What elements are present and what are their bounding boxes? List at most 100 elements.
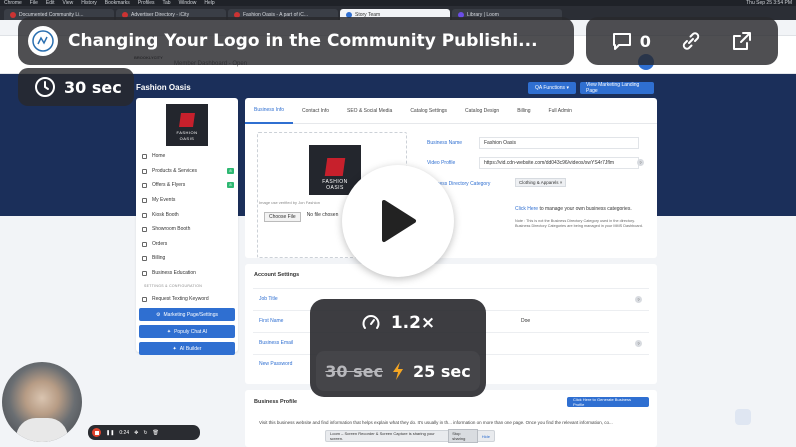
play-icon xyxy=(382,200,416,242)
video-title-bar: Changing Your Logo in the Community Publ… xyxy=(18,17,574,65)
qa-functions-button[interactable]: QA Functions ▾ xyxy=(528,82,576,94)
file-picker: Choose File No file chosen xyxy=(264,212,338,222)
tab-business-info[interactable]: Business Info xyxy=(245,98,294,124)
screen-share-text: Loom – Screen Recorder & Screen Capture … xyxy=(330,431,435,441)
duration-text: 30 sec xyxy=(64,77,122,97)
generate-profile-button[interactable]: Click Here to Generate Business Profile xyxy=(567,397,649,407)
help-icon[interactable]: ? xyxy=(635,340,642,347)
tab-seo-social[interactable]: SEO & Social Media xyxy=(338,98,401,124)
screen-share-bar: Loom – Screen Recorder & Screen Capture … xyxy=(325,429,495,443)
keyword-icon xyxy=(142,296,147,302)
manage-categories-rest: to manage your own business categories. xyxy=(539,206,632,212)
calendar-icon xyxy=(142,197,147,203)
category-chip[interactable]: Clothing & Apparels × xyxy=(515,178,567,187)
ai-builder-button[interactable]: ✦ AI Builder xyxy=(139,342,235,355)
chat-widget-icon[interactable] xyxy=(735,409,751,425)
marketing-page-settings-button[interactable]: ⚙ Marketing Page/Settings xyxy=(139,308,235,321)
sidebar-item-offers[interactable]: Offers & Flyers 8 xyxy=(142,182,234,188)
sidebar-item-label: Home xyxy=(152,153,166,159)
kiosk-icon xyxy=(142,212,147,218)
click-here-link[interactable]: Click Here xyxy=(515,206,538,212)
count-badge: 8 xyxy=(227,182,234,188)
stop-sharing-button[interactable]: Stop sharing xyxy=(448,429,478,443)
first-name-label: First Name xyxy=(259,318,284,324)
sidebar-item-home[interactable]: Home xyxy=(142,153,234,159)
tab-billing[interactable]: Billing xyxy=(508,98,539,124)
business-name-field[interactable]: Fashion Oasis xyxy=(479,137,639,149)
choose-file-button[interactable]: Choose File xyxy=(264,212,301,222)
button-label: Marketing Page/Settings xyxy=(163,311,218,318)
hide-share-bar-button[interactable]: Hide xyxy=(482,434,490,439)
button-label: AI Builder xyxy=(179,345,202,352)
lightning-icon xyxy=(393,362,403,380)
restart-icon[interactable]: ↻ xyxy=(143,430,147,436)
sidebar-item-label: Business Education xyxy=(152,270,196,276)
sidebar-item-orders[interactable]: Orders xyxy=(142,241,234,247)
card-icon xyxy=(142,255,147,261)
close-icon[interactable]: × xyxy=(560,180,563,185)
business-profile-instructions: Visit this business website and find inf… xyxy=(259,420,613,425)
video-profile-field[interactable]: https://vid.cdn-website.com/dd043c96/vid… xyxy=(479,157,639,169)
stop-recording-button[interactable] xyxy=(92,428,101,437)
sidebar-item-events[interactable]: My Events xyxy=(142,197,234,203)
sidebar: FASHION OASIS Home Products & Services 8 … xyxy=(136,98,238,355)
tab-catalog-design[interactable]: Catalog Design xyxy=(456,98,508,124)
help-icon[interactable]: ? xyxy=(635,296,642,303)
store-icon xyxy=(142,226,147,232)
no-file-label: No file chosen xyxy=(306,212,339,218)
sidebar-item-education[interactable]: Business Education xyxy=(142,270,234,276)
delete-icon[interactable]: 🗑 xyxy=(153,430,159,436)
last-name-value[interactable]: Doe xyxy=(521,318,530,324)
view-marketing-page-button[interactable]: View Marketing Landing Page xyxy=(580,82,654,94)
chat-icon: ✦ xyxy=(166,328,172,335)
new-password-label: New Password xyxy=(259,361,293,367)
category-note: Note : This is not the Business Director… xyxy=(515,219,643,228)
tab-catalog-settings[interactable]: Catalog Settings xyxy=(401,98,456,124)
tab-contact-info[interactable]: Contact Info xyxy=(293,98,338,124)
account-settings-title: Account Settings xyxy=(254,272,300,278)
tab-full-admin[interactable]: Full Admin xyxy=(540,98,581,124)
play-button[interactable] xyxy=(342,165,454,277)
manage-categories-text: Click Here to manage your own business c… xyxy=(515,206,647,212)
logo-mark-icon xyxy=(324,158,346,176)
copy-link-button[interactable] xyxy=(679,29,703,53)
move-icon[interactable]: ✥ xyxy=(134,430,138,436)
pause-icon[interactable]: ❚❚ xyxy=(106,430,114,436)
sidebar-item-label: Billing xyxy=(152,255,166,261)
box-icon xyxy=(142,168,147,174)
count-badge: 8 xyxy=(227,168,234,174)
recorder-controls: ❚❚ 0:24 ✥ ↻ 🗑 xyxy=(88,425,200,440)
video-title: Changing Your Logo in the Community Publ… xyxy=(68,31,538,51)
presenter-shirt xyxy=(16,418,68,442)
help-icon[interactable]: ? xyxy=(637,159,644,166)
category-chip-label: Clothing & Apparels xyxy=(519,180,559,185)
comment-count: 0 xyxy=(639,31,651,51)
sidebar-item-showroom[interactable]: Showroom Booth xyxy=(142,226,234,232)
button-label: Populy Chat AI xyxy=(174,328,208,335)
populy-chat-ai-button[interactable]: ✦ Populy Chat AI xyxy=(139,325,235,338)
time-saved-row: 30 sec 25 sec xyxy=(316,351,480,391)
sidebar-item-label: Showroom Booth xyxy=(152,226,191,232)
sidebar-item-billing[interactable]: Billing xyxy=(142,255,234,261)
video-actions-bar: 0 xyxy=(586,17,778,65)
education-icon xyxy=(142,270,147,276)
qa-functions-label: QA Functions xyxy=(535,85,566,91)
open-external-button[interactable] xyxy=(730,29,754,53)
sidebar-item-texting-keyword[interactable]: Request Texting Keyword xyxy=(142,296,234,302)
sidebar-item-kiosk[interactable]: Kiosk Booth xyxy=(142,212,234,218)
comments-button[interactable]: 0 xyxy=(610,29,651,53)
playback-speed-card[interactable]: 1.2× 30 sec 25 sec xyxy=(310,299,486,397)
link-icon xyxy=(682,32,699,50)
recording-timer: 0:24 xyxy=(119,429,130,436)
job-title-label: Job Title xyxy=(259,296,278,302)
original-duration: 30 sec xyxy=(325,361,383,381)
sidebar-item-label: My Events xyxy=(152,197,176,203)
speed-row: 1.2× xyxy=(310,299,486,347)
tag-icon xyxy=(142,182,147,188)
image-verification-note: Image use verified by Jon Fashion xyxy=(259,200,320,205)
sidebar-item-products[interactable]: Products & Services 8 xyxy=(142,168,234,174)
sidebar-item-label: Orders xyxy=(152,241,168,247)
settings-tabs: Business Info Contact Info SEO & Social … xyxy=(245,98,657,124)
presenter-webcam-bubble xyxy=(2,362,82,442)
sidebar-item-label: Offers & Flyers xyxy=(152,182,186,188)
